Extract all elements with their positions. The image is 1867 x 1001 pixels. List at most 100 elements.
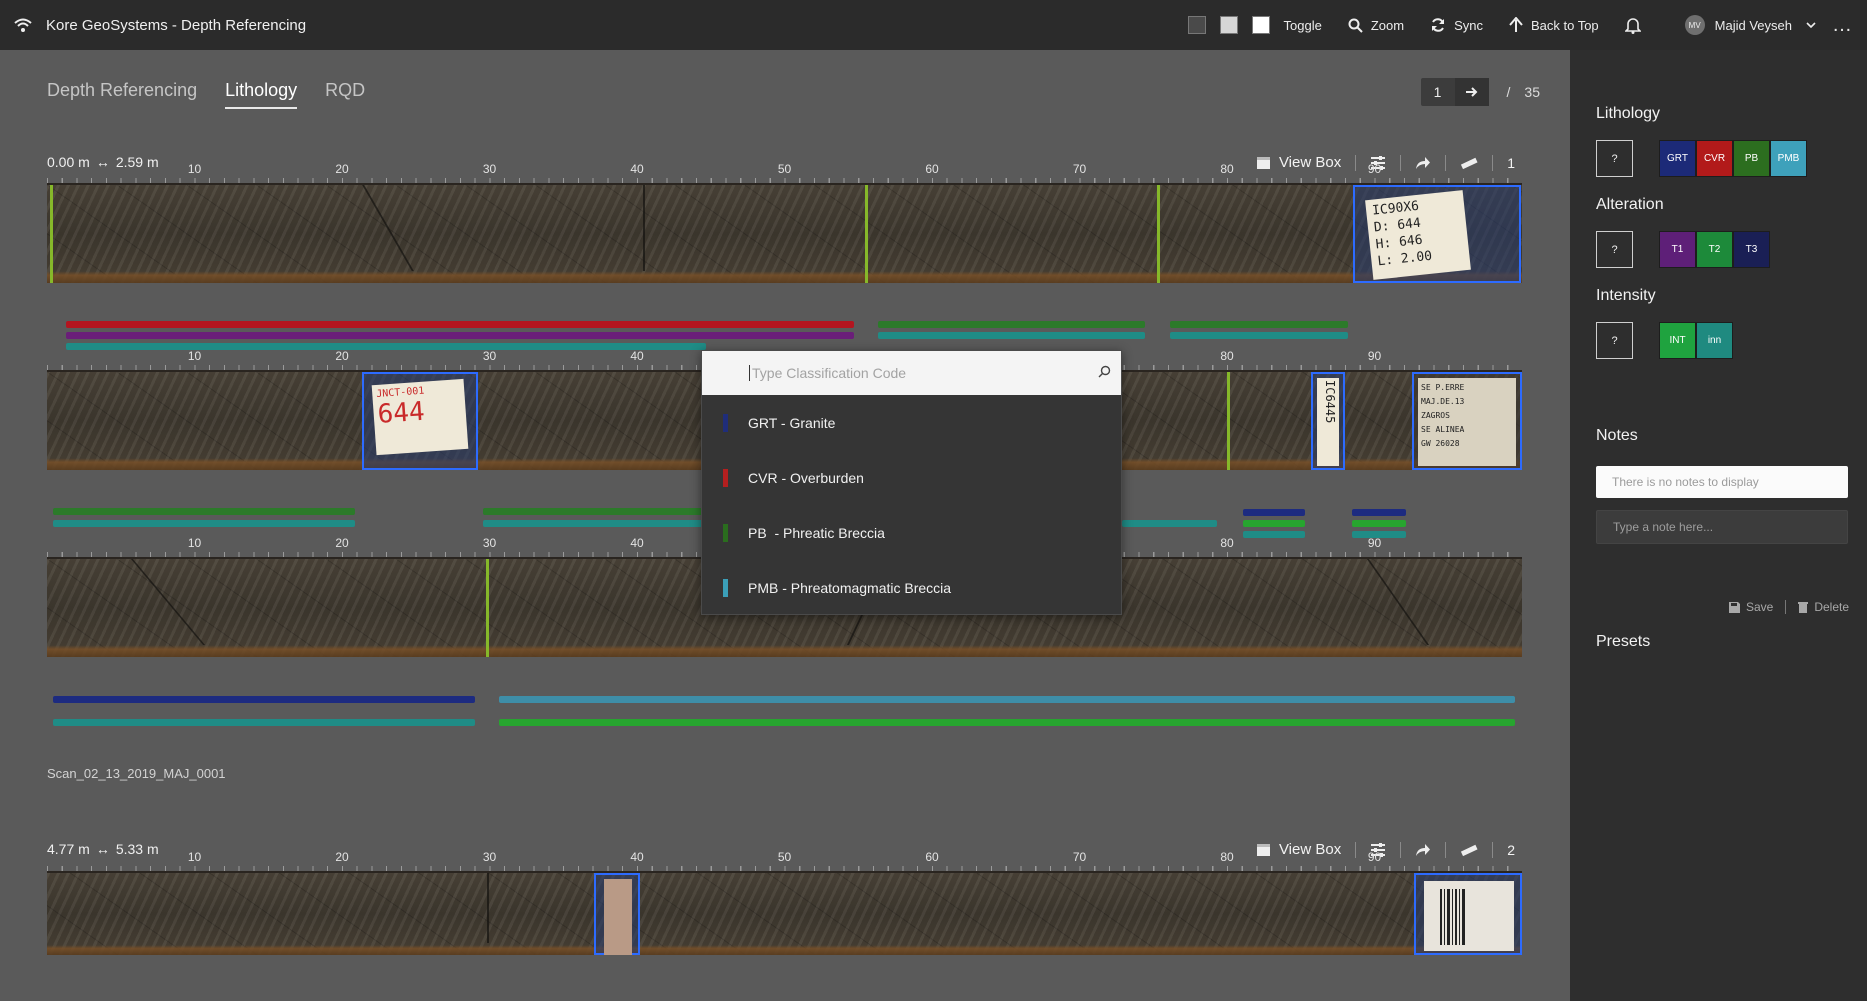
label-tag-box[interactable]: IC90X6 D: 644 H: 646 L: 2.00	[1353, 185, 1521, 283]
lithology-band-pb[interactable]	[1170, 321, 1348, 328]
lithology-chip-grt[interactable]: GRT	[1659, 140, 1696, 177]
dropdown-option-grt[interactable]: GRT - Granite	[702, 395, 1121, 450]
notes-actions: Save Delete	[1728, 600, 1849, 614]
swatch-dark[interactable]	[1187, 16, 1206, 34]
lithology-band-pb[interactable]	[878, 321, 1145, 328]
lithology-band-cvr[interactable]	[66, 321, 854, 328]
depth-ruler: 10 20 30 40 50 60 70 80 90	[47, 162, 1522, 184]
ruler-label: 70	[1072, 162, 1087, 176]
app-title: Kore GeoSystems - Depth Referencing	[46, 16, 307, 34]
lithology-band-pb[interactable]	[53, 508, 355, 515]
note-input[interactable]	[1596, 510, 1848, 544]
page-number-input[interactable]: 1	[1421, 78, 1455, 106]
lithology-chip-pmb[interactable]: PMB	[1770, 140, 1807, 177]
depth-marker[interactable]	[1227, 372, 1230, 470]
label-tag-box[interactable]: SE P.ERRE MAJ.DE.13 ZAGROS SE ALINEA GW …	[1412, 372, 1522, 470]
ruler-label: 50	[777, 850, 792, 864]
intensity-band[interactable]	[53, 520, 355, 527]
intensity-chip-inn[interactable]: inn	[1696, 322, 1733, 359]
more-options-icon[interactable]: …	[1832, 14, 1853, 37]
depth-marker[interactable]	[50, 185, 53, 283]
core-row-1[interactable]: IC90X6 D: 644 H: 646 L: 2.00	[47, 183, 1522, 283]
ruler-label: 30	[482, 536, 497, 550]
avatar[interactable]: MV	[1684, 15, 1705, 35]
alteration-band-t1[interactable]	[66, 332, 854, 339]
divider	[1785, 600, 1787, 614]
color-bar	[723, 413, 728, 432]
core-fracture	[1366, 559, 1430, 645]
label-tag-box[interactable]: IC6445	[1311, 372, 1345, 470]
notes-title: Notes	[1596, 427, 1638, 444]
core-label-tag: IC6445	[1317, 378, 1339, 466]
lithology-chip-pb[interactable]: PB	[1733, 140, 1770, 177]
arrow-up-icon	[1509, 17, 1523, 32]
toggle-button[interactable]: Toggle	[1284, 18, 1322, 33]
depth-marker[interactable]	[865, 185, 868, 283]
intensity-band[interactable]	[1122, 520, 1217, 527]
alteration-band-t2[interactable]	[1352, 520, 1406, 527]
intensity-chip-int[interactable]: INT	[1659, 322, 1696, 359]
sync-button[interactable]: Sync	[1430, 17, 1483, 33]
search-icon[interactable]	[1098, 365, 1111, 378]
user-name: Majid Veyseh	[1714, 17, 1792, 33]
ruler-label: 60	[925, 162, 939, 176]
lithology-band-grt[interactable]	[1243, 509, 1305, 516]
lithology-band-pmb[interactable]	[499, 696, 1515, 703]
dropdown-option-pb[interactable]: PB - Phreatic Breccia	[702, 505, 1121, 560]
ruler-label: 90	[1367, 162, 1382, 176]
scan-id: Scan_02_13_2019_MAJ_0001	[47, 766, 226, 781]
tag-line: GW 26028	[1421, 439, 1460, 448]
intensity-band[interactable]	[878, 332, 1145, 339]
core-row-4[interactable]	[47, 871, 1522, 955]
alteration-chip-t2[interactable]: T2	[1696, 231, 1733, 268]
tab-rqd[interactable]: RQD	[325, 80, 365, 109]
page-separator: /	[1506, 84, 1511, 100]
label-tag-box[interactable]	[1414, 873, 1522, 955]
core-fracture	[643, 185, 645, 271]
intensity-unknown-button[interactable]: ?	[1596, 322, 1633, 359]
lithology-band-grt[interactable]	[53, 696, 475, 703]
intensity-band[interactable]	[53, 719, 475, 726]
alteration-band-t2[interactable]	[499, 719, 1515, 726]
dropdown-option-cvr[interactable]: CVR - Overburden	[702, 450, 1121, 505]
depth-marker[interactable]	[486, 559, 489, 657]
zoom-icon	[1348, 18, 1363, 33]
intensity-band[interactable]	[1170, 332, 1348, 339]
classification-search-input[interactable]	[749, 365, 1109, 381]
alteration-chip-t3[interactable]: T3	[1733, 231, 1770, 268]
barcode-icon	[1440, 889, 1465, 945]
save-note-button[interactable]: Save	[1728, 600, 1773, 614]
notes-empty-message: There is no notes to display	[1596, 466, 1848, 498]
depth-marker[interactable]	[1157, 185, 1160, 283]
brand: Kore GeoSystems - Depth Referencing	[14, 17, 306, 34]
dropdown-option-pmb[interactable]: PMB - Phreatomagmatic Breccia	[702, 560, 1121, 615]
alteration-band-t2[interactable]	[1243, 520, 1305, 527]
alteration-unknown-button[interactable]: ?	[1596, 231, 1633, 268]
delete-note-button[interactable]: Delete	[1798, 600, 1849, 614]
label-tag-box[interactable]	[594, 873, 640, 955]
lithology-unknown-button[interactable]: ?	[1596, 140, 1633, 177]
core-label-tag: JNCT-001 644	[371, 378, 469, 456]
tab-lithology[interactable]: Lithology	[225, 80, 298, 109]
tab-depth-referencing[interactable]: Depth Referencing	[47, 80, 197, 109]
lithology-chip-cvr[interactable]: CVR	[1696, 140, 1733, 177]
sync-label: Sync	[1454, 17, 1483, 33]
lithology-band-grt[interactable]	[1352, 509, 1406, 516]
option-label: GRT - Granite	[748, 414, 836, 431]
page-go-button[interactable]	[1454, 78, 1489, 106]
bell-icon	[1624, 17, 1641, 34]
color-bar	[723, 578, 728, 597]
user-menu[interactable]: Majid Veyseh	[1715, 18, 1816, 33]
intensity-band[interactable]	[483, 520, 703, 527]
ruler-label: 30	[482, 162, 497, 176]
label-tag-box[interactable]: JNCT-001 644	[362, 372, 478, 470]
notifications-button[interactable]	[1624, 17, 1649, 34]
swatch-white[interactable]	[1251, 16, 1270, 34]
intensity-chips: ? INT inn	[1596, 322, 1733, 359]
back-to-top-button[interactable]: Back to Top	[1509, 17, 1599, 33]
zoom-button[interactable]: Zoom	[1348, 18, 1404, 33]
lithology-band-pb[interactable]	[483, 508, 703, 515]
tag-line: 644	[376, 396, 426, 430]
swatch-light[interactable]	[1219, 16, 1238, 34]
alteration-chip-t1[interactable]: T1	[1659, 231, 1696, 268]
